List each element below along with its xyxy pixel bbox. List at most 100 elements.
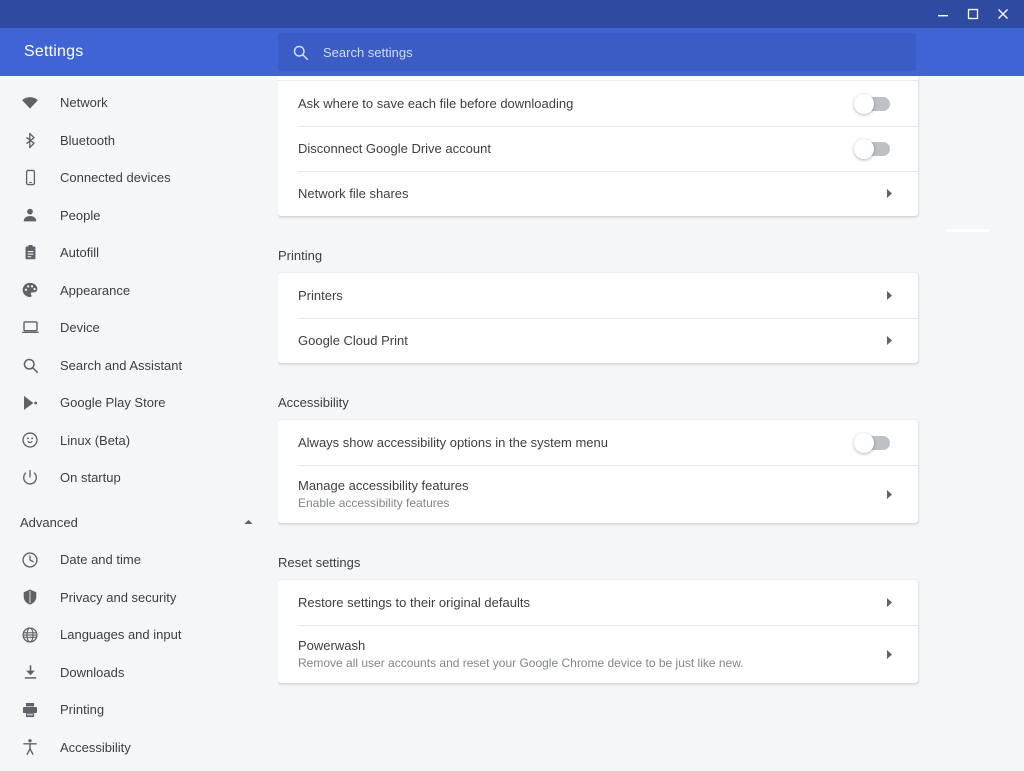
chevron-up-icon bbox=[243, 517, 254, 528]
arrow-right-icon bbox=[885, 597, 894, 608]
row-manage-accessibility-features[interactable]: Manage accessibility features Enable acc… bbox=[278, 465, 918, 523]
bluetooth-icon bbox=[20, 130, 40, 150]
sidebar-item-accessibility[interactable]: Accessibility bbox=[0, 729, 278, 767]
power-icon bbox=[20, 468, 40, 488]
sidebar-item-label: People bbox=[60, 207, 101, 223]
row-label: Manage accessibility features bbox=[298, 478, 469, 493]
sidebar-section-advanced[interactable]: Advanced bbox=[0, 504, 278, 542]
globe-icon bbox=[20, 625, 40, 645]
render-artifact bbox=[945, 229, 989, 232]
close-button[interactable] bbox=[988, 0, 1018, 28]
sidebar-item-appearance[interactable]: Appearance bbox=[0, 272, 278, 310]
arrow-right-icon bbox=[885, 335, 894, 346]
sidebar-item-label: Autofill bbox=[60, 245, 100, 261]
accessibility-icon bbox=[20, 737, 40, 757]
search-placeholder: Search settings bbox=[323, 44, 413, 60]
sidebar-item-google-play-store[interactable]: Google Play Store bbox=[0, 384, 278, 422]
sidebar-item-label: On startup bbox=[60, 470, 121, 486]
row-label: Disconnect Google Drive account bbox=[298, 141, 491, 156]
settings-content[interactable]: Ask where to save each file before downl… bbox=[278, 76, 1024, 771]
maximize-icon bbox=[967, 8, 979, 20]
row-label: Restore settings to their original defau… bbox=[298, 595, 530, 610]
row-texts: Powerwash Remove all user accounts and r… bbox=[298, 638, 744, 670]
row-network-file-shares[interactable]: Network file shares bbox=[278, 171, 918, 216]
sidebar-item-label: Appearance bbox=[60, 282, 131, 298]
window-titlebar bbox=[0, 0, 1024, 28]
section-title-printing: Printing bbox=[278, 248, 323, 263]
row-always-show-accessibility-options[interactable]: Always show accessibility options in the… bbox=[278, 420, 918, 465]
sidebar-item-label: Bluetooth bbox=[60, 132, 115, 148]
arrow-right-icon bbox=[885, 649, 894, 660]
maximize-button[interactable] bbox=[958, 0, 988, 28]
printer-icon bbox=[20, 700, 40, 720]
sidebar-item-bluetooth[interactable]: Bluetooth bbox=[0, 122, 278, 160]
sidebar-item-label: Connected devices bbox=[60, 170, 171, 186]
minimize-button[interactable] bbox=[928, 0, 958, 28]
search-icon bbox=[292, 44, 309, 61]
clipboard-icon bbox=[20, 243, 40, 263]
sidebar-item-label: Languages and input bbox=[60, 627, 182, 643]
app-header: Settings Search settings bbox=[0, 28, 1024, 76]
sidebar-item-search-and-assistant[interactable]: Search and Assistant bbox=[0, 347, 278, 385]
row-printers[interactable]: Printers bbox=[278, 273, 918, 318]
person-icon bbox=[20, 205, 40, 225]
toggle-knob bbox=[854, 432, 874, 453]
row-label: Google Cloud Print bbox=[298, 333, 408, 348]
sidebar-item-on-startup[interactable]: On startup bbox=[0, 459, 278, 497]
sidebar-item-label: Accessibility bbox=[60, 739, 131, 755]
row-label: Ask where to save each file before downl… bbox=[298, 96, 574, 111]
row-restore-settings[interactable]: Restore settings to their original defau… bbox=[278, 580, 918, 625]
sidebar-item-autofill[interactable]: Autofill bbox=[0, 234, 278, 272]
sidebar-item-people[interactable]: People bbox=[0, 197, 278, 235]
row-label: Powerwash bbox=[298, 638, 366, 653]
search-input[interactable]: Search settings bbox=[278, 33, 916, 71]
laptop-icon bbox=[20, 318, 40, 338]
row-label: Printers bbox=[298, 288, 343, 303]
wifi-icon bbox=[20, 93, 40, 113]
accessibility-card: Always show accessibility options in the… bbox=[278, 420, 918, 523]
downloads-card: Ask where to save each file before downl… bbox=[278, 76, 918, 216]
minimize-icon bbox=[937, 8, 949, 20]
row-ask-where-to-save[interactable]: Ask where to save each file before downl… bbox=[278, 81, 918, 126]
palette-icon bbox=[20, 280, 40, 300]
row-disconnect-google-drive[interactable]: Disconnect Google Drive account bbox=[278, 126, 918, 171]
arrow-right-icon bbox=[885, 489, 894, 500]
linux-penguin-icon bbox=[20, 430, 40, 450]
printing-card: Printers Google Cloud Print bbox=[278, 273, 918, 363]
download-icon bbox=[20, 662, 40, 682]
row-google-cloud-print[interactable]: Google Cloud Print bbox=[278, 318, 918, 363]
sidebar-item-connected-devices[interactable]: Connected devices bbox=[0, 159, 278, 197]
row-sublabel: Enable accessibility features bbox=[298, 496, 450, 510]
settings-window: Settings Search settings Network Bluetoo… bbox=[0, 0, 1024, 771]
close-icon bbox=[997, 8, 1009, 20]
sidebar-item-label: Device bbox=[60, 320, 100, 336]
sidebar-item-device[interactable]: Device bbox=[0, 309, 278, 347]
sidebar-item-date-and-time[interactable]: Date and time bbox=[0, 541, 278, 579]
row-label: Network file shares bbox=[298, 186, 409, 201]
sidebar-item-languages-and-input[interactable]: Languages and input bbox=[0, 616, 278, 654]
sidebar-item-downloads[interactable]: Downloads bbox=[0, 654, 278, 692]
sidebar-item-label: Date and time bbox=[60, 552, 141, 568]
arrow-right-icon bbox=[885, 290, 894, 301]
sidebar-section-label: Advanced bbox=[20, 514, 78, 530]
toggle-ask-where-to-save[interactable] bbox=[854, 93, 890, 114]
section-title-accessibility: Accessibility bbox=[278, 395, 349, 410]
shield-icon bbox=[20, 587, 40, 607]
sidebar-item-linux-beta[interactable]: Linux (Beta) bbox=[0, 422, 278, 460]
sidebar-item-privacy-and-security[interactable]: Privacy and security bbox=[0, 579, 278, 617]
play-store-icon bbox=[20, 393, 40, 413]
sidebar-item-label: Downloads bbox=[60, 664, 125, 680]
reset-settings-card: Restore settings to their original defau… bbox=[278, 580, 918, 683]
toggle-knob bbox=[854, 138, 874, 159]
row-powerwash[interactable]: Powerwash Remove all user accounts and r… bbox=[278, 625, 918, 683]
sidebar-item-label: Google Play Store bbox=[60, 395, 166, 411]
app-title: Settings bbox=[24, 43, 84, 60]
toggle-knob bbox=[854, 93, 874, 114]
toggle-disconnect-google-drive[interactable] bbox=[854, 138, 890, 159]
sidebar-item-label: Printing bbox=[60, 702, 105, 718]
sidebar-item-printing[interactable]: Printing bbox=[0, 691, 278, 729]
sidebar-item-network[interactable]: Network bbox=[0, 84, 278, 122]
section-title-reset-settings: Reset settings bbox=[278, 555, 361, 570]
arrow-right-icon bbox=[885, 188, 894, 199]
toggle-always-show-accessibility-options[interactable] bbox=[854, 432, 890, 453]
